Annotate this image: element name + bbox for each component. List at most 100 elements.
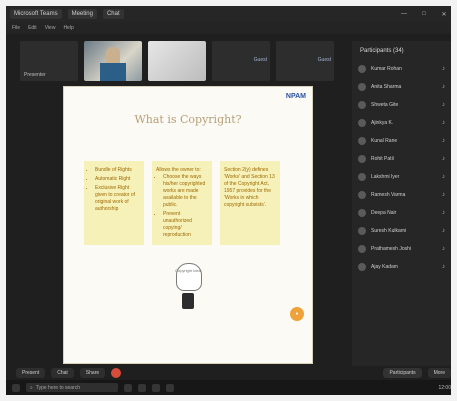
presentation-slide: NPAM What is Copyright? Bundle of Rights… xyxy=(63,86,313,364)
thumbnail-name: Guest xyxy=(253,57,267,63)
thumbnail-video[interactable] xyxy=(84,41,142,81)
mic-icon: ♪ xyxy=(442,192,445,198)
thumbnail-guest-1[interactable]: Guest xyxy=(212,41,270,81)
present-button[interactable]: Present xyxy=(16,368,46,378)
slide-box-owner: Allows the owner to: Choose the ways his… xyxy=(152,161,212,245)
thumbnail-name: Guest xyxy=(317,57,331,63)
thumbnail-whiteboard[interactable] xyxy=(148,41,206,81)
avatar xyxy=(358,191,366,199)
taskbar-app-icon[interactable] xyxy=(138,383,146,392)
participant-name: Lakshmi Iyer xyxy=(371,174,400,180)
participant-row[interactable]: Shweta Gite ♪ xyxy=(352,96,451,114)
mic-icon: ♪ xyxy=(442,210,445,216)
taskbar-search[interactable]: ⌕ Type here to search xyxy=(26,383,118,392)
participant-name: Rohit Patil xyxy=(371,156,394,162)
mic-icon: ♪ xyxy=(442,84,445,90)
rights-item: Exclusive Right given to creator of orig… xyxy=(95,185,140,213)
rights-item: Automatic Right xyxy=(95,176,140,183)
taskbar: ⌕ Type here to search 12:00 xyxy=(6,380,451,395)
participant-row[interactable]: Lakshmi Iyer ♪ xyxy=(352,168,451,186)
bulb-label: Copyright idea xyxy=(175,268,201,273)
participant-row[interactable]: Ramesh Varma ♪ xyxy=(352,186,451,204)
rights-list: Bundle of Rights Automatic Right Exclusi… xyxy=(88,167,140,213)
mic-icon: ♪ xyxy=(442,138,445,144)
mic-icon: ♪ xyxy=(442,246,445,252)
slide-box-rights: Bundle of Rights Automatic Right Exclusi… xyxy=(84,161,144,245)
mic-icon: ♪ xyxy=(442,66,445,72)
menu-file[interactable]: File xyxy=(12,25,20,31)
menu-edit[interactable]: Edit xyxy=(28,25,37,31)
mic-icon: ♪ xyxy=(442,228,445,234)
minimize-button[interactable]: — xyxy=(397,11,411,17)
taskbar-app-icon[interactable] xyxy=(124,383,132,392)
taskbar-app-icon[interactable] xyxy=(152,383,160,392)
mic-icon: ♪ xyxy=(442,156,445,162)
menu-help[interactable]: Help xyxy=(63,25,73,31)
system-time: 12:00 xyxy=(438,384,451,391)
tab-chat[interactable]: Chat xyxy=(102,9,124,19)
lightbulb-base-icon xyxy=(182,293,194,309)
taskbar-app-icon[interactable] xyxy=(166,383,174,392)
avatar xyxy=(358,101,366,109)
avatar xyxy=(358,227,366,235)
participant-name: Kunal Rane xyxy=(371,138,398,144)
participant-row[interactable]: Prathamesh Joshi ♪ xyxy=(352,240,451,258)
tab-meeting[interactable]: Meeting xyxy=(67,9,97,19)
screen: Microsoft Teams Meeting Chat — □ ✕ File … xyxy=(6,6,451,395)
participants-panel: Participants (34) Kumar Rohan ♪ Anita Sh… xyxy=(352,41,451,366)
participant-name: Kumar Rohan xyxy=(371,66,402,72)
participant-row[interactable]: Kumar Rohan ♪ xyxy=(352,60,451,78)
participant-row[interactable]: Anita Sharma ♪ xyxy=(352,78,451,96)
maximize-button[interactable]: □ xyxy=(417,11,431,17)
participant-name: Prathamesh Joshi xyxy=(371,246,412,252)
participant-name: Anita Sharma xyxy=(371,84,402,90)
menu-bar: File Edit View Help xyxy=(6,22,451,34)
owner-item: Choose the ways his/her copyrighted work… xyxy=(163,174,208,209)
start-icon[interactable] xyxy=(12,383,20,392)
avatar xyxy=(358,263,366,271)
participants-title: Participants (34) xyxy=(360,48,404,54)
participant-row[interactable]: Suresh Kulkarni ♪ xyxy=(352,222,451,240)
participant-name: Ramesh Varma xyxy=(371,192,406,198)
owner-item: Prevent unauthorized copying/ reproducti… xyxy=(163,211,208,239)
participant-row[interactable]: Rohit Patil ♪ xyxy=(352,150,451,168)
mic-icon: ♪ xyxy=(442,102,445,108)
thumbnail-label: Presenter xyxy=(24,72,46,78)
thumbnail-presenter[interactable]: Presenter xyxy=(20,41,78,81)
search-icon: ⌕ xyxy=(30,384,33,391)
close-button[interactable]: ✕ xyxy=(437,11,451,18)
participant-name: Deepa Nair xyxy=(371,210,397,216)
video-shirt xyxy=(100,63,126,81)
slide-logo: NPAM xyxy=(285,93,306,100)
slide-box-section: Section 2(y) defines 'Works' and Section… xyxy=(220,161,280,245)
avatar xyxy=(358,245,366,253)
participant-row[interactable]: Ajinkya K. ♪ xyxy=(352,114,451,132)
tab-teams[interactable]: Microsoft Teams xyxy=(10,9,62,19)
owner-intro: Allows the owner to: xyxy=(156,167,201,173)
search-placeholder: Type here to search xyxy=(35,384,81,391)
participant-row[interactable]: Deepa Nair ♪ xyxy=(352,204,451,222)
thumbnail-guest-2[interactable]: Guest xyxy=(276,41,334,81)
mic-icon: ♪ xyxy=(442,174,445,180)
participants-button[interactable]: Participants xyxy=(383,368,422,378)
video-thumbnails: Presenter Guest Guest xyxy=(20,41,350,81)
avatar xyxy=(358,137,366,145)
more-button[interactable]: More xyxy=(427,368,451,378)
avatar xyxy=(358,119,366,127)
share-button[interactable]: Share xyxy=(79,368,106,378)
chat-button[interactable]: Chat xyxy=(51,368,74,378)
participant-name: Ajinkya K. xyxy=(371,120,394,126)
mic-icon: ♪ xyxy=(442,264,445,270)
participant-row[interactable]: Ajay Kadam ♪ xyxy=(352,258,451,276)
slide-title: What is Copyright? xyxy=(134,113,242,126)
menu-view[interactable]: View xyxy=(45,25,56,31)
participant-name: Suresh Kulkarni xyxy=(371,228,407,234)
slide-badge-icon: ● xyxy=(290,307,304,321)
owner-list: Choose the ways his/her copyrighted work… xyxy=(156,174,208,239)
participant-row[interactable]: Kunal Rane ♪ xyxy=(352,132,451,150)
participant-name: Ajay Kadam xyxy=(371,264,398,270)
title-bar: Microsoft Teams Meeting Chat — □ ✕ xyxy=(6,6,451,22)
avatar xyxy=(358,155,366,163)
avatar xyxy=(358,209,366,217)
leave-call-button[interactable] xyxy=(111,368,122,378)
